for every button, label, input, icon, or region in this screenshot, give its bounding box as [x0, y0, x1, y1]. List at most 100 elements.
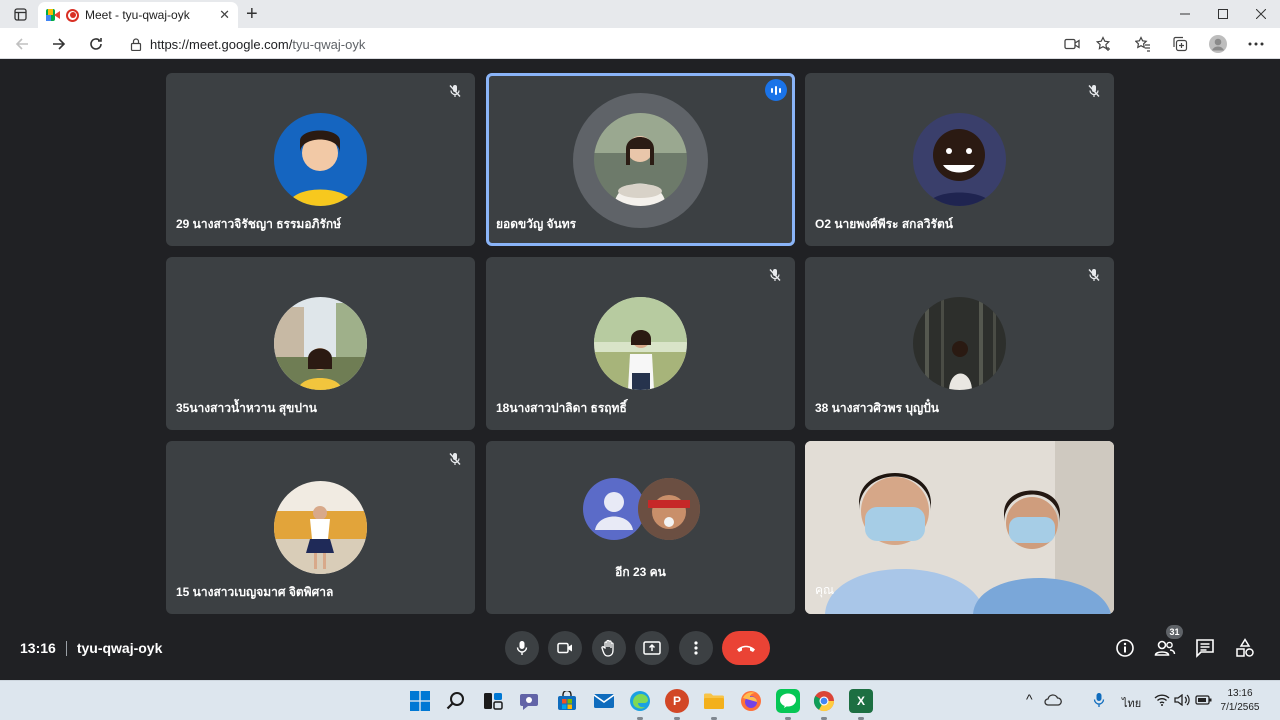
- others-avatar-photo: [638, 478, 700, 540]
- more-options-icon[interactable]: [1244, 32, 1268, 56]
- meeting-details-button[interactable]: [1113, 636, 1137, 660]
- onedrive-icon[interactable]: [1044, 694, 1062, 709]
- tab-actions-icon[interactable]: [10, 0, 30, 28]
- system-clock[interactable]: 13:16 7/1/2565: [1220, 687, 1260, 715]
- participant-avatar: [913, 297, 1006, 390]
- participant-avatar: [274, 481, 367, 574]
- participant-name: 29 นางสาวจิรัชญา ธรรมอภิรักษ์: [176, 217, 342, 231]
- task-view-icon[interactable]: [481, 689, 505, 713]
- meeting-info: 13:16 tyu-qwaj-oyk: [20, 640, 162, 656]
- clock-date: 7/1/2565: [1220, 702, 1260, 713]
- participant-tile[interactable]: 15 นางสาวเบญจมาศ จิตพิศาล: [166, 441, 475, 614]
- microphone-button[interactable]: [505, 631, 539, 665]
- mic-off-icon: [445, 449, 465, 469]
- leave-call-button[interactable]: [722, 631, 770, 665]
- tab-title: Meet - tyu-qwaj-oyk: [85, 8, 190, 22]
- collections-icon[interactable]: [1168, 32, 1192, 56]
- others-tile[interactable]: อีก 23 คน: [486, 441, 795, 614]
- participant-tile[interactable]: 35นางสาวน้ำหวาน สุขปาน: [166, 257, 475, 430]
- camera-button[interactable]: [548, 631, 582, 665]
- participant-avatar: [274, 297, 367, 390]
- self-view-tile[interactable]: คุณ: [805, 441, 1114, 614]
- search-icon[interactable]: [444, 689, 468, 713]
- wifi-icon[interactable]: [1154, 694, 1170, 709]
- microphone-tray-icon[interactable]: [1093, 692, 1105, 711]
- participant-name: O2 นายพงศ์พีระ สกลวิรัตน์: [815, 217, 953, 231]
- microphone-icon: [516, 641, 528, 655]
- present-screen-button[interactable]: [635, 631, 669, 665]
- mic-off-icon: [445, 81, 465, 101]
- mail-icon[interactable]: [592, 689, 616, 713]
- tray-chevron-icon[interactable]: ^: [1026, 691, 1033, 707]
- participant-tile[interactable]: O2 นายพงศ์พีระ สกลวิรัตน์: [805, 73, 1114, 246]
- back-button[interactable]: [10, 32, 34, 56]
- microsoft-store-icon[interactable]: [555, 689, 579, 713]
- battery-icon[interactable]: [1195, 694, 1213, 709]
- participant-tile[interactable]: 18นางสาวปาลิดา ธรฤทธิ์: [486, 257, 795, 430]
- participant-name: 35นางสาวน้ำหวาน สุขปาน: [176, 401, 317, 415]
- camera-icon: [557, 642, 572, 654]
- self-view-video: [805, 441, 1114, 614]
- others-avatar-generic: [583, 478, 645, 540]
- windows-start-icon[interactable]: [408, 689, 432, 713]
- input-language[interactable]: ไทย: [1122, 694, 1141, 712]
- window-close-icon[interactable]: [1248, 0, 1274, 28]
- meeting-code: tyu-qwaj-oyk: [76, 640, 163, 656]
- meeting-time: 13:16: [20, 640, 56, 656]
- powerpoint-icon[interactable]: P: [665, 689, 689, 713]
- profile-avatar-icon[interactable]: [1206, 32, 1230, 56]
- url-path: tyu-qwaj-oyk: [292, 36, 366, 52]
- reload-button[interactable]: [84, 32, 108, 56]
- mic-off-icon: [765, 265, 785, 285]
- new-tab-button[interactable]: +: [246, 3, 258, 26]
- add-favorite-icon[interactable]: [1092, 32, 1116, 56]
- more-vertical-icon: [694, 641, 698, 655]
- people-icon: [1154, 640, 1176, 656]
- url-host: https://meet.google.com/: [150, 36, 293, 52]
- hand-icon: [601, 639, 614, 657]
- participant-avatar: [594, 297, 687, 390]
- excel-icon[interactable]: X: [849, 689, 873, 713]
- lock-icon[interactable]: [130, 37, 142, 51]
- minimize-icon[interactable]: [1172, 0, 1198, 28]
- mic-off-icon: [1084, 265, 1104, 285]
- people-count-badge: 31: [1166, 625, 1183, 639]
- participant-name: 38 นางสาวศิวพร บุญปั๋น: [815, 401, 939, 415]
- divider: [65, 640, 67, 656]
- clock-time: 13:16: [1227, 688, 1253, 699]
- windows-taskbar: P X ^ ไทย 13:16 7/1/2565: [0, 680, 1280, 720]
- raise-hand-button[interactable]: [592, 631, 626, 665]
- tab-meet[interactable]: Meet - tyu-qwaj-oyk ✕: [38, 2, 238, 28]
- forward-button[interactable]: [47, 32, 71, 56]
- maximize-icon[interactable]: [1210, 0, 1236, 28]
- more-actions-button[interactable]: [679, 631, 713, 665]
- self-view-label: คุณ: [815, 583, 835, 597]
- address-bar[interactable]: https://meet.google.com/tyu-qwaj-oyk: [120, 31, 1050, 57]
- participant-tile-speaking[interactable]: ยอดขวัญ จันทร: [486, 73, 795, 246]
- speaking-indicator-icon: [765, 79, 787, 101]
- chat-icon: [1196, 639, 1214, 658]
- people-button[interactable]: [1153, 636, 1177, 660]
- chrome-icon[interactable]: [812, 689, 836, 713]
- tab-close-icon[interactable]: ✕: [219, 7, 230, 23]
- firefox-icon[interactable]: [739, 689, 763, 713]
- participant-avatar: [274, 113, 367, 206]
- participant-name: ยอดขวัญ จันทร: [496, 217, 577, 231]
- mic-off-icon: [1084, 81, 1104, 101]
- activities-button[interactable]: [1233, 636, 1257, 660]
- recording-icon: [66, 8, 79, 22]
- browser-tab-bar: Meet - tyu-qwaj-oyk ✕ +: [0, 0, 1280, 28]
- participant-tile[interactable]: 38 นางสาวศิวพร บุญปั๋น: [805, 257, 1114, 430]
- line-app-icon[interactable]: [776, 689, 800, 713]
- participant-tile[interactable]: 29 นางสาวจิรัชญา ธรรมอภิรักษ์: [166, 73, 475, 246]
- camera-in-use-icon[interactable]: [1060, 32, 1084, 56]
- favorites-icon[interactable]: [1131, 32, 1155, 56]
- volume-icon[interactable]: [1174, 693, 1190, 709]
- meet-control-bar: 13:16 tyu-qwaj-oyk 31: [0, 615, 1280, 680]
- file-explorer-icon[interactable]: [702, 689, 726, 713]
- chat-button[interactable]: [1193, 636, 1217, 660]
- activities-icon: [1236, 638, 1254, 657]
- participant-avatar: [913, 113, 1006, 206]
- edge-browser-icon[interactable]: [628, 689, 652, 713]
- teams-chat-icon[interactable]: [518, 689, 542, 713]
